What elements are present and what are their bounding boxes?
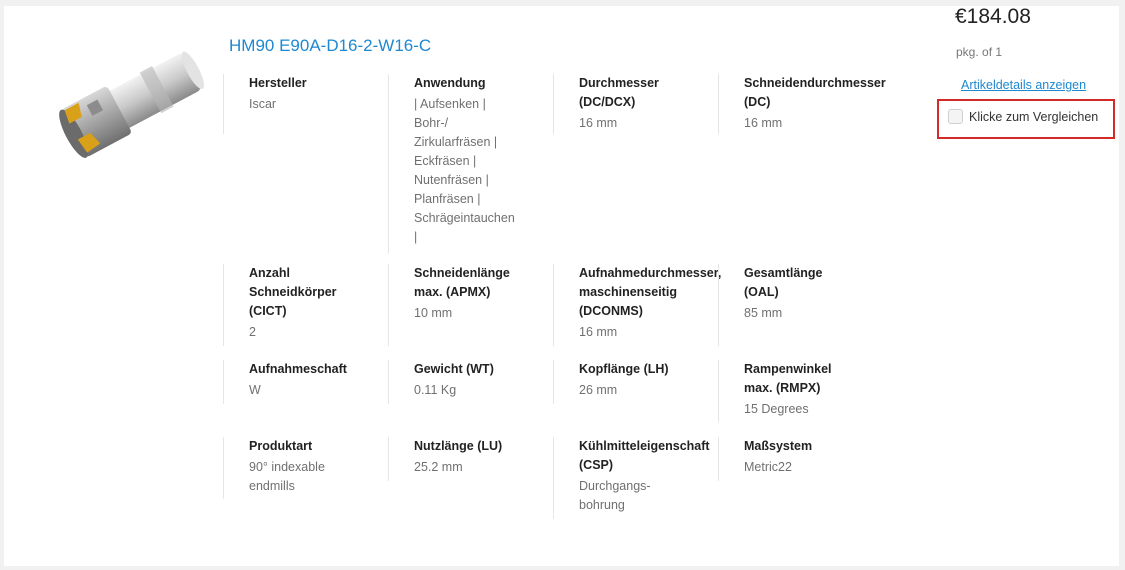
spec-label: Anwendung: [414, 76, 486, 90]
spec-label: Gesamtlänge (OAL): [744, 266, 823, 299]
spec-nutzlaenge: Nutzlänge (LU) 25.2 mm: [388, 437, 502, 481]
spec-masssystem: Maßsystem Metric22: [718, 437, 812, 481]
spec-label: Kopflänge (LH): [579, 362, 669, 376]
compare-label: Klicke zum Vergleichen: [969, 109, 1099, 124]
spec-value: 25.2 mm: [414, 460, 463, 474]
spec-value: 16 mm: [579, 325, 618, 339]
spec-value: 16 mm: [579, 116, 618, 130]
compare-toggle[interactable]: Klicke zum Vergleichen: [948, 109, 1098, 124]
spec-produktart: Produktart 90° indexable endmills: [223, 437, 325, 499]
spec-label: Schneidenlänge max. (APMX): [414, 266, 510, 299]
spec-value: 10 mm: [414, 306, 453, 320]
spec-label: Produktart: [249, 439, 313, 453]
spec-label: Maßsystem: [744, 439, 813, 453]
compare-checkbox[interactable]: [948, 109, 963, 124]
spec-label: Hersteller: [249, 76, 307, 90]
article-details-link[interactable]: Artikeldetails anzeigen: [961, 78, 1086, 92]
spec-value: Metric22: [744, 460, 792, 474]
spec-schneidendurchmesser: Schneidendurchmesser (DC) 16 mm: [718, 74, 886, 134]
product-title-link[interactable]: HM90 E90A-D16-2-W16-C: [229, 36, 431, 56]
spec-rampenwinkel: Rampenwinkel max. (RMPX) 15 Degrees: [718, 360, 832, 422]
spec-label: Anzahl Schneidkörper (CICT): [249, 266, 337, 318]
indexable-endmill-image[interactable]: [40, 20, 210, 190]
spec-label: Gewicht (WT): [414, 362, 494, 376]
spec-value: 0.11 Kg: [414, 383, 457, 397]
spec-value: | Aufsenken | Bohr-/ Zirkularfräsen | Ec…: [414, 97, 515, 244]
spec-value: 15 Degrees: [744, 402, 809, 416]
spec-durchmesser: Durchmesser (DC/DCX) 16 mm: [553, 74, 659, 134]
spec-value: Iscar: [249, 97, 277, 111]
spec-gesamtlaenge: Gesamtlänge (OAL) 85 mm: [718, 264, 823, 346]
spec-value: 90° indexable endmills: [249, 460, 325, 493]
spec-value: 85 mm: [744, 306, 783, 320]
spec-value: 26 mm: [579, 383, 618, 397]
spec-hersteller: Hersteller Iscar: [223, 74, 307, 134]
spec-label: Aufnahmeschaft: [249, 362, 347, 376]
spec-value: Durchgangs- bohrung: [579, 479, 651, 512]
spec-anwendung: Anwendung | Aufsenken | Bohr-/ Zirkularf…: [388, 74, 515, 254]
spec-value: 2: [249, 325, 256, 339]
spec-anzahl-schneidkoerper: Anzahl Schneidkörper (CICT) 2: [223, 264, 337, 346]
spec-value: 16 mm: [744, 116, 783, 130]
spec-label: Kühlmitteleigenschaft (CSP): [579, 439, 710, 472]
spec-aufnahmeschaft: Aufnahmeschaft W: [223, 360, 347, 404]
spec-label: Rampenwinkel max. (RMPX): [744, 362, 832, 395]
spec-aufnahmedurchmesser: Aufnahmedurchmesser, maschinenseitig (DC…: [553, 264, 721, 346]
spec-label: Durchmesser (DC/DCX): [579, 76, 659, 109]
package-size: pkg. of 1: [956, 45, 1003, 59]
spec-value: W: [249, 383, 261, 397]
spec-label: Schneidendurchmesser (DC): [744, 76, 886, 109]
spec-kopflaenge: Kopflänge (LH) 26 mm: [553, 360, 669, 404]
spec-kuehlmitteleigenschaft: Kühlmitteleigenschaft (CSP) Durchgangs- …: [553, 437, 710, 519]
price: €184.08: [955, 5, 1031, 28]
spec-gewicht: Gewicht (WT) 0.11 Kg: [388, 360, 494, 404]
spec-label: Nutzlänge (LU): [414, 439, 503, 453]
spec-schneidenlaenge: Schneidenlänge max. (APMX) 10 mm: [388, 264, 510, 346]
spec-label: Aufnahmedurchmesser, maschinenseitig (DC…: [579, 266, 722, 318]
